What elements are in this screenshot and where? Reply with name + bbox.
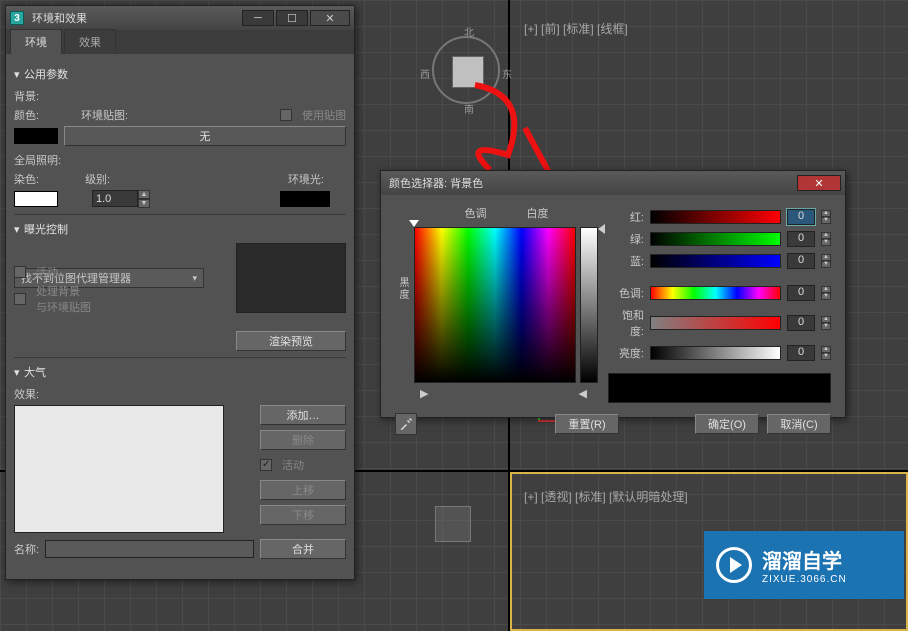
global-light-label: 全局照明: [14,152,346,168]
hue-value[interactable]: 0 [787,285,815,301]
rollout-atmosphere[interactable]: ▾大气 [14,364,346,380]
cp-close-button[interactable]: ✕ [797,175,841,191]
current-color-swatch[interactable] [608,373,831,403]
delete-button[interactable]: 删除 [260,430,346,450]
compass-w: 西 [420,66,430,81]
hue-label: 色调 [465,205,487,221]
close-button[interactable]: ✕ [310,10,350,26]
blue-label: 蓝: [608,253,644,269]
envmap-label: 环境贴图: [81,107,128,123]
app-icon: 3 [10,11,24,25]
viewcube-face[interactable] [452,56,484,88]
play-icon [716,547,752,583]
compass-s: 南 [464,101,474,116]
tab-environment[interactable]: 环境 [10,29,62,54]
blue-slider[interactable] [650,254,781,268]
whiteness-label: 白度 [527,205,549,221]
tint-label: 染色: [14,171,39,187]
maximize-button[interactable]: ☐ [276,10,308,26]
minimize-button[interactable]: ─ [242,10,274,26]
cp-titlebar[interactable]: 颜色选择器: 背景色 ✕ [381,171,845,195]
green-label: 绿: [608,231,644,247]
val-slider[interactable] [650,346,781,360]
add-button[interactable]: 添加… [260,405,346,425]
cp-title: 颜色选择器: 背景色 [385,175,795,191]
green-value[interactable]: 0 [787,231,815,247]
hue-l-label: 色调: [608,285,644,301]
name-input[interactable] [45,540,254,558]
tab-effects[interactable]: 效果 [64,29,116,54]
viewcube-bottom[interactable] [435,506,471,542]
environment-window: 3 环境和效果 ─ ☐ ✕ 环境 效果 ▾公用参数 背景: 颜色: 环境贴图: … [5,5,355,580]
reset-button[interactable]: 重置(R) [555,414,619,434]
blue-value[interactable]: 0 [787,253,815,269]
logo-name: 溜溜自学 [762,545,847,574]
eyedropper-icon [399,417,413,431]
env-title: 环境和效果 [28,10,240,26]
bright-marker-icon [598,224,605,234]
exposure-preview [236,243,346,313]
sat-value[interactable]: 0 [787,315,815,331]
watermark-logo: 溜溜自学 ZIXUE.3066.CN [704,531,904,599]
red-slider[interactable] [650,210,781,224]
movedown-button[interactable]: 下移 [260,505,346,525]
hue-sat-field[interactable] [414,227,576,383]
red-label: 红: [608,209,644,225]
whiteness-strip[interactable] [580,227,598,383]
process-bg-check[interactable] [14,293,26,305]
color-picker-window: 颜色选择器: 背景色 ✕ 色调 白度 黑度 ▶◀ [380,170,846,418]
sat-slider[interactable] [650,316,781,330]
red-value[interactable]: 0 [787,209,815,225]
name-label: 名称: [14,541,39,557]
sat-label: 饱和度: [608,307,644,339]
fx-active-check[interactable] [260,459,272,471]
cancel-button[interactable]: 取消(C) [767,414,831,434]
fx-label: 效果: [14,386,346,402]
active-check[interactable] [14,266,26,278]
level-spinner[interactable]: ▲▼ [92,190,150,208]
ambient-swatch[interactable] [280,191,330,207]
rollout-exposure[interactable]: ▾曝光控制 [14,221,346,237]
viewport-top-label[interactable]: [+] [前] [标准] [线框] [524,20,628,37]
use-map-label: 使用贴图 [302,107,346,123]
compass-n: 北 [464,24,474,39]
color-label: 颜色: [14,107,39,123]
hs-marker-icon [409,220,419,227]
use-map-check[interactable] [280,109,292,121]
ok-button[interactable]: 确定(O) [695,414,759,434]
viewport-bottom-label[interactable]: [+] [透视] [标准] [默认明暗处理] [524,488,688,505]
val-label: 亮度: [608,345,644,361]
green-slider[interactable] [650,232,781,246]
logo-url: ZIXUE.3066.CN [762,574,847,585]
env-titlebar[interactable]: 3 环境和效果 ─ ☐ ✕ [6,6,354,30]
env-map-button[interactable]: 无 [64,126,346,146]
tint-swatch[interactable] [14,191,58,207]
background-color-swatch[interactable] [14,128,58,144]
env-tabs: 环境 效果 [6,30,354,54]
hue-slider[interactable] [650,286,781,300]
moveup-button[interactable]: 上移 [260,480,346,500]
viewcube-compass[interactable]: 北 南 西 东 [432,36,500,104]
val-value[interactable]: 0 [787,345,815,361]
merge-button[interactable]: 合并 [260,539,346,559]
blackness-label: 黑度 [395,277,410,301]
rollout-common[interactable]: ▾公用参数 [14,66,346,82]
effects-listbox[interactable] [14,405,224,533]
level-label: 级别: [85,171,110,187]
eyedropper-button[interactable] [395,413,417,435]
background-label: 背景: [14,88,346,104]
level-input[interactable] [92,190,138,207]
render-preview-button[interactable]: 渲染预览 [236,331,346,351]
ambient-label: 环境光: [288,171,324,187]
compass-e: 东 [502,66,512,81]
